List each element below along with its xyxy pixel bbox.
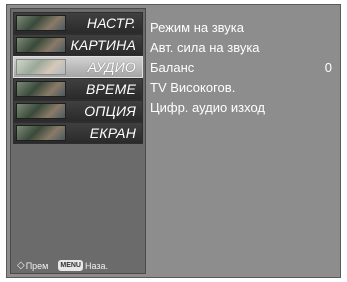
submenu-item-label: TV Високогов.	[150, 80, 236, 95]
submenu-item-label: Режим на звука	[150, 20, 244, 35]
menu-footer-hint: ◇ Прем MENU Наза.	[17, 260, 108, 271]
menu-item-label: НАСТР.	[86, 15, 136, 31]
picture-thumbnail-icon	[16, 37, 66, 53]
screen-thumbnail-icon	[16, 125, 66, 141]
submenu-item-label: Цифр. аудио изход	[150, 100, 265, 115]
menu-item-label: ОПЦИЯ	[84, 103, 136, 119]
navigation-arrows-icon: ◇	[17, 260, 25, 271]
move-hint-label: Прем	[25, 260, 49, 271]
setup-thumbnail-icon	[16, 15, 66, 31]
menu-key-icon: MENU	[58, 260, 83, 271]
submenu-item-label: Баланс	[150, 60, 195, 75]
menu-item-label: ЕКРАН	[89, 125, 136, 141]
submenu-item-digital-audio-out[interactable]: Цифр. аудио изход	[150, 100, 336, 115]
audio-submenu-panel: Режим на звука Авт. сила на звука Баланс…	[146, 8, 339, 274]
menu-item-label: АУДИО	[87, 59, 136, 75]
audio-thumbnail-icon	[16, 59, 66, 75]
submenu-item-auto-volume[interactable]: Авт. сила на звука	[150, 40, 336, 55]
submenu-item-sound-mode[interactable]: Режим на звука	[150, 20, 336, 35]
menu-item-label: ВРЕМЕ	[85, 81, 136, 97]
submenu-item-balance[interactable]: Баланс 0	[150, 60, 336, 75]
menu-item-label: КАРТИНА	[70, 37, 136, 53]
tv-osd-screen: НАСТР. КАРТИНА АУДИО ВРЕМЕ ОПЦИЯ ЕКРАН ◇…	[6, 4, 341, 278]
time-thumbnail-icon	[16, 81, 66, 97]
menu-item-setup[interactable]: НАСТР.	[13, 12, 143, 34]
menu-item-option[interactable]: ОПЦИЯ	[13, 100, 143, 122]
main-menu-panel: НАСТР. КАРТИНА АУДИО ВРЕМЕ ОПЦИЯ ЕКРАН ◇…	[10, 8, 146, 274]
submenu-item-tv-speaker[interactable]: TV Високогов.	[150, 80, 336, 95]
option-thumbnail-icon	[16, 103, 66, 119]
menu-item-picture[interactable]: КАРТИНА	[13, 34, 143, 56]
back-hint-label: Наза.	[85, 260, 109, 271]
menu-item-screen[interactable]: ЕКРАН	[13, 122, 143, 144]
menu-item-time[interactable]: ВРЕМЕ	[13, 78, 143, 100]
submenu-item-label: Авт. сила на звука	[150, 40, 260, 55]
menu-item-audio[interactable]: АУДИО	[13, 56, 143, 78]
balance-value: 0	[324, 60, 332, 75]
